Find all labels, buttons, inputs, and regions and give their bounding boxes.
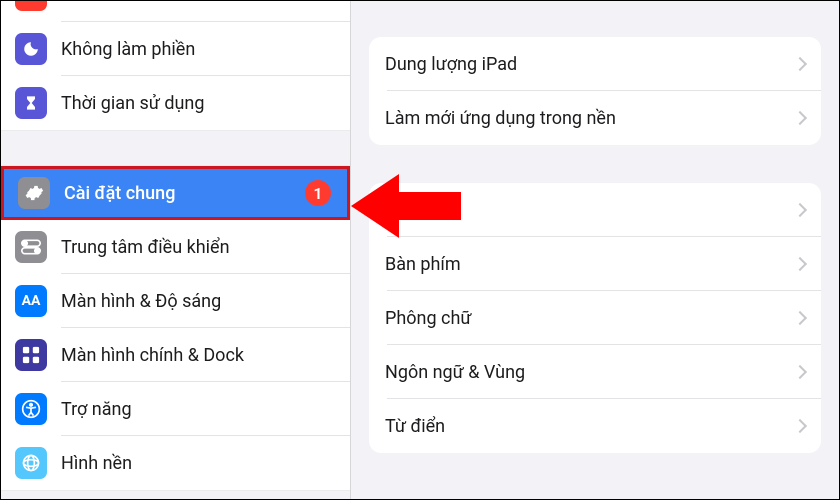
- chevron-right-icon: [793, 203, 807, 217]
- sidebar-item-general[interactable]: Cài đặt chung 1: [1, 166, 350, 220]
- detail-item-fonts[interactable]: Phông chữ: [369, 291, 821, 345]
- detail-item-date-time[interactable]: ờ: [369, 183, 821, 237]
- chevron-right-icon: [793, 419, 807, 433]
- hourglass-icon: [15, 87, 47, 119]
- sound-icon: [15, 1, 47, 11]
- sidebar-item-accessibility[interactable]: Trợ năng: [1, 382, 350, 436]
- sidebar-group-1: Âm thanh Không làm phiền Thời gian sử dụ…: [1, 1, 350, 131]
- detail-item-dictionary[interactable]: Từ điển: [369, 399, 821, 453]
- moon-icon: [15, 33, 47, 65]
- detail-item-label: Bàn phím: [385, 254, 461, 275]
- detail-item-storage[interactable]: Dung lượng iPad: [369, 37, 821, 91]
- detail-group-storage: Dung lượng iPad Làm mới ứng dụng trong n…: [369, 37, 821, 145]
- detail-item-label: Làm mới ứng dụng trong nền: [385, 108, 616, 129]
- detail-item-label: Ngôn ngữ & Vùng: [385, 362, 525, 383]
- sidebar-item-label: Trợ năng: [61, 399, 132, 420]
- accessibility-icon: [15, 393, 47, 425]
- detail-item-language-region[interactable]: Ngôn ngữ & Vùng: [369, 345, 821, 399]
- sidebar-item-wallpaper[interactable]: Hình nền: [1, 436, 350, 490]
- sidebar-item-label: Màn hình chính & Dock: [61, 345, 244, 366]
- detail-item-keyboard[interactable]: Bàn phím: [369, 237, 821, 291]
- gear-icon: [18, 177, 50, 209]
- detail-item-label: Phông chữ: [385, 308, 472, 329]
- detail-item-label: Từ điển: [385, 416, 445, 437]
- chevron-right-icon: [793, 57, 807, 71]
- chevron-right-icon: [793, 257, 807, 271]
- sidebar-item-display[interactable]: AA Màn hình & Độ sáng: [1, 274, 350, 328]
- wallpaper-icon: [15, 447, 47, 479]
- sidebar-item-label: Hình nền: [61, 453, 132, 474]
- sidebar-item-label: Âm thanh: [61, 1, 138, 6]
- general-detail-pane: Dung lượng iPad Làm mới ứng dụng trong n…: [351, 1, 839, 499]
- sidebar-item-label: Không làm phiền: [61, 39, 195, 60]
- sidebar-item-dnd[interactable]: Không làm phiền: [1, 22, 350, 76]
- sidebar-item-label: Thời gian sử dụng: [61, 93, 204, 114]
- display-icon: AA: [15, 285, 47, 317]
- detail-item-label: ờ: [385, 200, 431, 221]
- detail-group-locale: ờ Bàn phím Phông chữ Ngôn ngữ & Vùng Từ …: [369, 183, 821, 453]
- chevron-right-icon: [793, 111, 807, 125]
- home-dock-icon: [15, 339, 47, 371]
- detail-item-label: Dung lượng iPad: [385, 54, 517, 75]
- sidebar-item-sound[interactable]: Âm thanh: [1, 1, 350, 22]
- detail-item-background-refresh[interactable]: Làm mới ứng dụng trong nền: [369, 91, 821, 145]
- notification-badge: 1: [305, 180, 331, 206]
- sidebar-item-label: Màn hình & Độ sáng: [61, 291, 221, 312]
- sidebar-item-label: Cài đặt chung: [64, 183, 175, 204]
- sidebar-item-screentime[interactable]: Thời gian sử dụng: [1, 76, 350, 130]
- settings-sidebar: Âm thanh Không làm phiền Thời gian sử dụ…: [1, 1, 351, 499]
- chevron-right-icon: [793, 311, 807, 325]
- toggles-icon: [15, 231, 47, 263]
- sidebar-item-label: Trung tâm điều khiển: [61, 237, 230, 258]
- sidebar-item-home-dock[interactable]: Màn hình chính & Dock: [1, 328, 350, 382]
- chevron-right-icon: [793, 365, 807, 379]
- sidebar-group-2: Cài đặt chung 1 Trung tâm điều khiển AA …: [1, 165, 350, 491]
- sidebar-item-control-center[interactable]: Trung tâm điều khiển: [1, 220, 350, 274]
